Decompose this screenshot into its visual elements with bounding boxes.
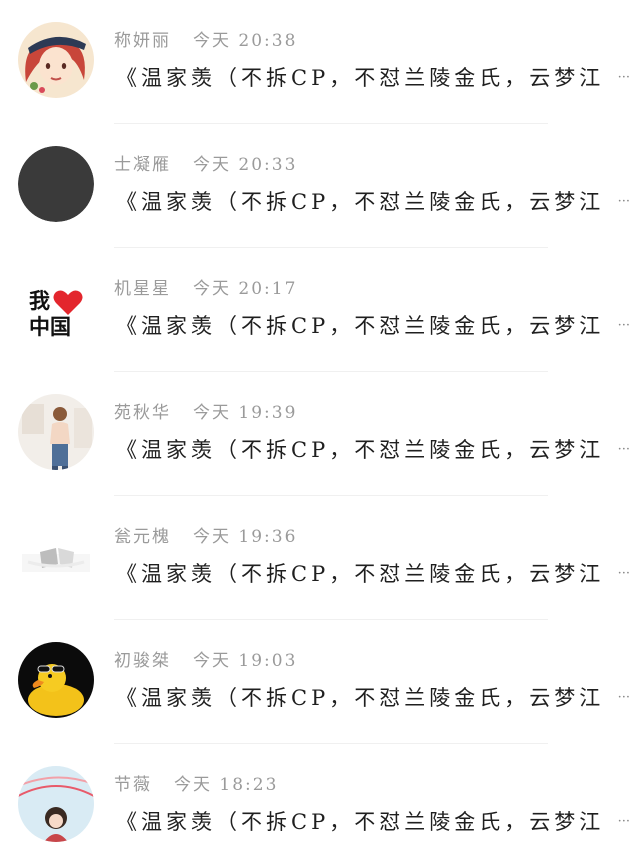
comment-meta: 机星星 今天 20:17: [114, 278, 297, 300]
comment-item[interactable]: 称妍丽 今天 20:38 《温家羡（不拆CP，不怼兰陵金氏，云梦江 ···: [0, 0, 640, 124]
gray-shapes-avatar[interactable]: [18, 518, 94, 594]
cartoon-girl-sky-avatar[interactable]: [18, 766, 94, 842]
i-love-china-avatar[interactable]: 我 中国: [18, 270, 94, 346]
ellipsis-icon: ···: [615, 186, 630, 218]
avatar-text-wo: 我: [29, 289, 50, 313]
ellipsis-icon: ···: [615, 682, 630, 714]
comment-text[interactable]: 《温家羡（不拆CP，不怼兰陵金氏，云梦江: [116, 62, 632, 94]
comment-meta: 苑秋华 今天 19:39: [114, 402, 297, 424]
comment-meta: 士凝雁 今天 20:33: [114, 154, 297, 176]
avatar-text-zhongguo: 中国: [29, 315, 71, 339]
username[interactable]: 瓮元槐: [114, 527, 171, 547]
timestamp: 今天 19:39: [193, 403, 298, 423]
comment-meta: 瓮元槐 今天 19:36: [114, 526, 297, 548]
comment-meta: 称妍丽 今天 20:38: [114, 30, 297, 52]
comment-text[interactable]: 《温家羡（不拆CP，不怼兰陵金氏，云梦江: [116, 434, 632, 466]
cartoon-girl-hat-avatar[interactable]: [18, 22, 94, 98]
comment-item[interactable]: 苑秋华 今天 19:39 《温家羡（不拆CP，不怼兰陵金氏，云梦江 ···: [0, 372, 640, 496]
comment-text[interactable]: 《温家羡（不拆CP，不怼兰陵金氏，云梦江: [116, 682, 632, 714]
ellipsis-icon: ···: [615, 806, 630, 838]
comment-text[interactable]: 《温家羡（不拆CP，不怼兰陵金氏，云梦江: [116, 558, 632, 590]
comment-meta: 节薇 今天 18:23: [114, 774, 278, 796]
username[interactable]: 苑秋华: [114, 403, 171, 423]
username[interactable]: 节薇: [114, 775, 152, 795]
ellipsis-icon: ···: [615, 558, 630, 590]
timestamp: 今天 20:38: [193, 31, 298, 51]
comment-item[interactable]: 我 中国 机星星 今天 20:17 《温家羡（不拆CP，不怼兰陵金氏，云梦江 ··…: [0, 248, 640, 372]
timestamp: 今天 19:03: [193, 651, 298, 671]
comment-item[interactable]: 瓮元槐 今天 19:36 《温家羡（不拆CP，不怼兰陵金氏，云梦江 ···: [0, 496, 640, 620]
comment-item[interactable]: 士凝雁 今天 20:33 《温家羡（不拆CP，不怼兰陵金氏，云梦江 ···: [0, 124, 640, 248]
comment-feed: 称妍丽 今天 20:38 《温家羡（不拆CP，不怼兰陵金氏，云梦江 ··· 士凝雁…: [0, 0, 640, 862]
comment-meta: 初骏桀 今天 19:03: [114, 650, 297, 672]
username[interactable]: 称妍丽: [114, 31, 171, 51]
comment-item[interactable]: 节薇 今天 18:23 《温家羡（不拆CP，不怼兰陵金氏，云梦江 ···: [0, 744, 640, 862]
timestamp: 今天 19:36: [193, 527, 298, 547]
comment-item[interactable]: 初骏桀 今天 19:03 《温家羡（不拆CP，不怼兰陵金氏，云梦江 ···: [0, 620, 640, 744]
ellipsis-icon: ···: [615, 434, 630, 466]
timestamp: 今天 20:17: [193, 279, 298, 299]
rubber-duck-sunglasses-avatar[interactable]: [18, 642, 94, 718]
comment-text[interactable]: 《温家羡（不拆CP，不怼兰陵金氏，云梦江: [116, 310, 632, 342]
username[interactable]: 初骏桀: [114, 651, 171, 671]
timestamp: 今天 18:23: [174, 775, 279, 795]
dark-gray-circle-avatar[interactable]: [18, 146, 94, 222]
comment-text[interactable]: 《温家羡（不拆CP，不怼兰陵金氏，云梦江: [116, 806, 632, 838]
ellipsis-icon: ···: [615, 310, 630, 342]
woman-photo-avatar[interactable]: [18, 394, 94, 470]
ellipsis-icon: ···: [615, 62, 630, 94]
username[interactable]: 机星星: [114, 279, 171, 299]
comment-text[interactable]: 《温家羡（不拆CP，不怼兰陵金氏，云梦江: [116, 186, 632, 218]
timestamp: 今天 20:33: [193, 155, 298, 175]
username[interactable]: 士凝雁: [114, 155, 171, 175]
